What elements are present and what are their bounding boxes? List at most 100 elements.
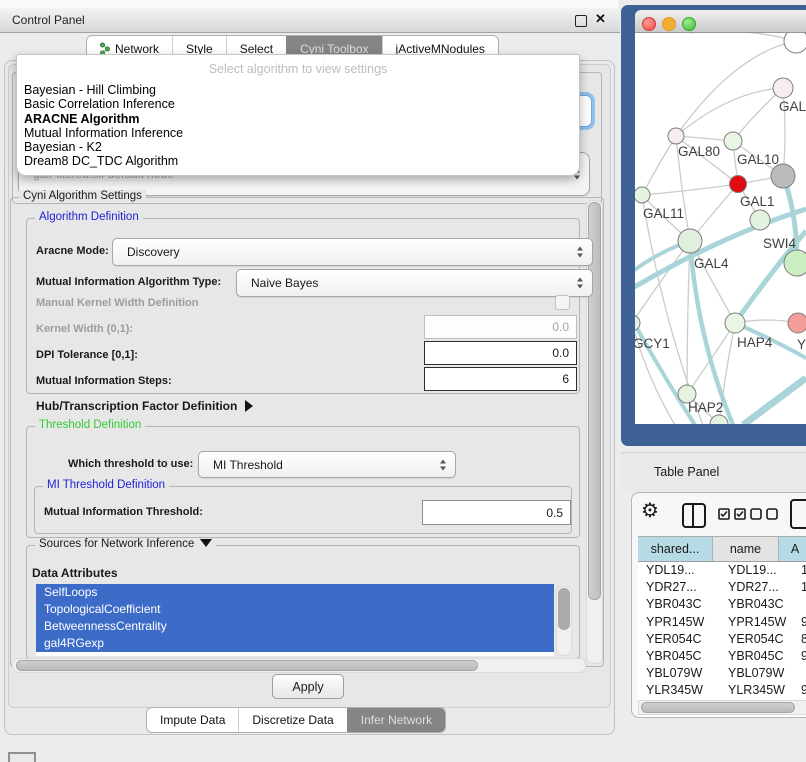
deselect-all-checkboxes-icon[interactable] [750,508,778,520]
apply-button[interactable]: Apply [272,674,344,699]
network-canvas[interactable]: GALGAL80GAL10GAL1GAL11SWI4GAL4GCY1HAP4YH… [635,33,806,424]
kernel-width-label: Kernel Width (0,1): [36,323,133,335]
dropdown-item[interactable]: Bayesian - K2 [24,140,572,154]
network-edge[interactable] [687,241,690,394]
network-node-gal11[interactable] [635,187,650,203]
attribute-item[interactable]: SelfLoops [36,584,554,601]
mi-threshold-input[interactable]: 0.5 [422,500,571,525]
mi-type-combo[interactable]: Naive Bayes [236,269,593,297]
network-edge[interactable] [642,136,676,195]
column-header[interactable]: shared... [638,537,713,561]
network-node[interactable] [784,250,806,276]
minimize-traffic-light-icon[interactable] [662,17,676,31]
data-attributes-label: Data Attributes [32,566,118,580]
network-node-y[interactable] [788,313,806,333]
gear-icon[interactable]: ⚙ [641,501,659,521]
dropdown-item[interactable]: Basic Correlation Inference [24,97,572,111]
table-cell: 12 [793,579,806,596]
mi-threshold-label: Mutual Information Threshold: [44,506,203,518]
hub-definition-expander[interactable]: Hub/Transcription Factor Definition [36,399,253,413]
node-label: GCY1 [635,336,670,351]
manual-kernel-checkbox[interactable] [555,295,570,310]
network-node[interactable] [710,415,728,424]
mi-type-value: Naive Bayes [251,276,318,290]
network-node[interactable] [784,33,806,53]
table-cell: YBL079W [638,665,720,682]
table-row[interactable]: YPR145WYPR145W9. [638,614,806,631]
network-edge[interactable] [676,88,783,136]
network-node[interactable] [771,164,795,188]
which-threshold-value: MI Threshold [213,458,283,472]
table-row[interactable]: YDR27...YDR27...12 [638,579,806,596]
data-attributes-list[interactable]: SelfLoopsTopologicalCoefficientBetweenne… [36,584,554,656]
manual-kernel-label: Manual Kernel Width Definition [36,297,198,309]
network-edge[interactable] [733,88,783,141]
table-cell: 9. [793,648,806,665]
column-header[interactable]: name [713,537,779,561]
table-row[interactable]: YBR043CYBR043C [638,596,806,613]
network-node-gal80[interactable] [668,128,684,144]
table-row[interactable]: YER054CYER054C8. [638,631,806,648]
network-edge[interactable] [642,184,738,195]
spinner-icon [577,246,584,259]
spinner-icon [577,277,584,290]
kernel-width-value: 0.0 [552,320,569,334]
mi-threshold-value: 0.5 [546,506,563,520]
table-panel-header: Table Panel [621,452,806,491]
threshold-title: Threshold Definition [35,419,145,431]
network-node-gal1[interactable] [730,176,747,193]
sources-expander[interactable]: Sources for Network Inference [35,538,216,550]
dpi-tolerance-input[interactable]: 0.0 [424,341,577,365]
aracne-mode-label: Aracne Mode: [36,245,109,257]
attr-scrollbar-thumb[interactable] [558,588,570,630]
apply-label: Apply [292,680,323,694]
attribute-item[interactable]: gal4RGexp [36,635,554,652]
table-body: YDL19...YDL19...13YDR27...YDR27...12YBR0… [638,562,806,717]
docked-panel-icon[interactable] [8,752,36,762]
which-threshold-combo[interactable]: MI Threshold [198,451,456,478]
table-row[interactable]: YBL079WYBL079W [638,665,806,682]
kernel-width-input[interactable]: 0.0 [424,315,577,339]
float-window-icon[interactable] [575,15,587,27]
table-header-row: shared...nameA [638,536,806,562]
tab-impute-data[interactable]: Impute Data [147,708,238,732]
zoom-traffic-light-icon[interactable] [682,17,696,31]
network-node-swi4[interactable] [750,210,770,230]
network-node-gal10[interactable] [724,132,742,150]
settings-hscrollbar-thumb[interactable] [16,660,478,671]
tab-infer-network[interactable]: Infer Network [347,708,445,732]
table-row[interactable]: YBR045CYBR045C9. [638,648,806,665]
table-row[interactable]: YDL19...YDL19...13 [638,562,806,579]
close-icon[interactable]: ✕ [595,11,606,27]
dropdown-item[interactable]: ARACNE Algorithm [24,112,572,126]
table-row[interactable]: YLR345WYLR345W9. [638,682,806,699]
column-header[interactable]: A [779,537,806,561]
columns-icon[interactable] [682,503,706,528]
network-node-hap4[interactable] [725,313,745,333]
table-cell [793,665,806,682]
close-traffic-light-icon[interactable] [642,17,656,31]
table-hscrollbar-thumb[interactable] [641,702,795,713]
mi-steps-input[interactable]: 6 [424,367,577,391]
table-cell: YER054C [638,631,720,648]
table-panel-title: Table Panel [654,465,719,479]
attribute-item[interactable]: TopologicalCoefficient [36,601,554,618]
table-cell: YLR345W [638,682,720,699]
aracne-mode-combo[interactable]: Discovery [112,238,593,266]
mi-steps-value: 6 [562,372,569,386]
select-all-checkboxes-icon[interactable] [718,508,746,520]
network-edge[interactable] [743,378,806,424]
app-root: Control Panel ✕ NetworkStyleSelectCyni T… [0,0,806,762]
panel-title: Control Panel [12,13,85,27]
hub-definition-label: Hub/Transcription Factor Definition [36,399,237,413]
tab-discretize-data[interactable]: Discretize Data [238,708,346,732]
dropdown-item[interactable]: Mutual Information Inference [24,126,572,140]
network-edge[interactable] [690,33,796,41]
network-node-gal[interactable] [773,78,793,98]
function-builder-icon[interactable] [790,499,806,529]
attribute-item[interactable]: BetweennessCentrality [36,618,554,635]
dropdown-item[interactable]: Dream8 DC_TDC Algorithm [24,154,572,168]
dropdown-item[interactable]: Bayesian - Hill Climbing [24,83,572,97]
node-label: Y [797,337,806,352]
network-node-gal4[interactable] [678,229,702,253]
